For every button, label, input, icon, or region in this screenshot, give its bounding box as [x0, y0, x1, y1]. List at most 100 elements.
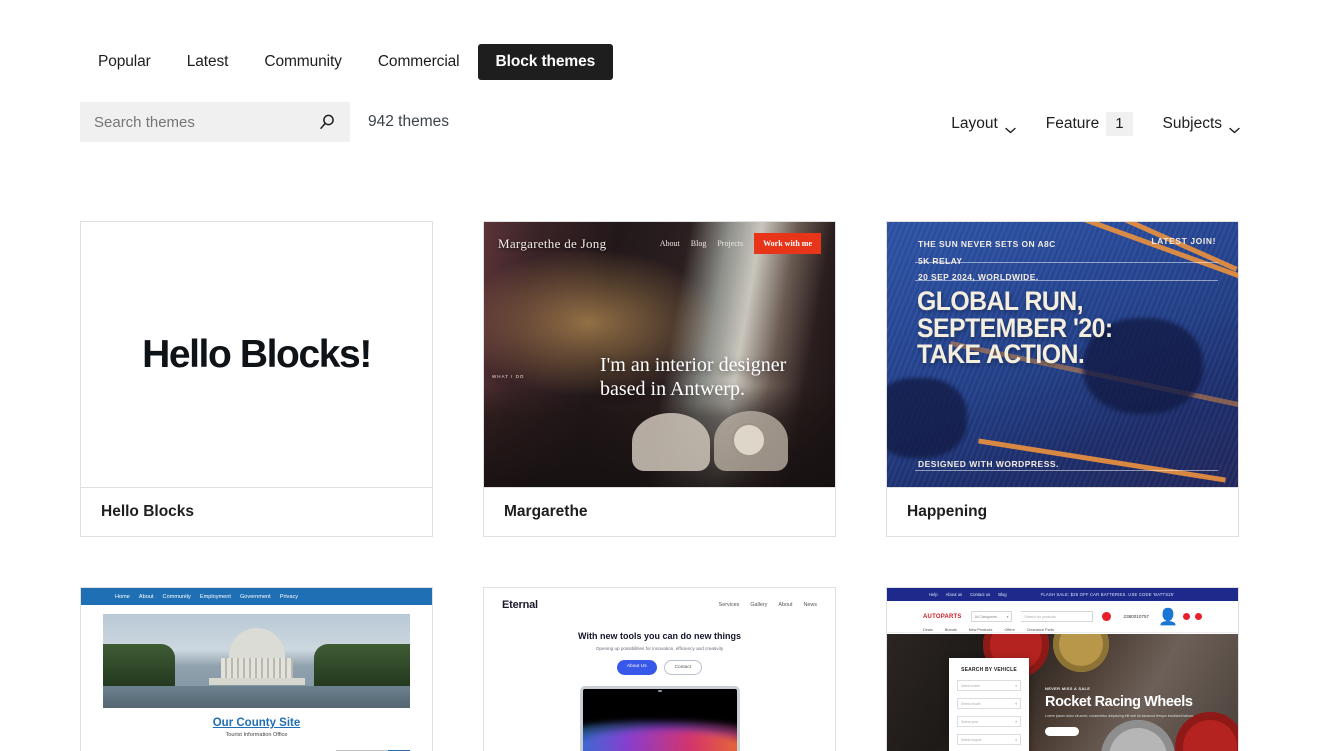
preview-nav-item: Employment: [199, 593, 231, 600]
preview-promo-text: FLASH SALE: $25 OFF CAR BATTERIES. USE C…: [1040, 592, 1175, 597]
preview-logo: AUTOPARTS: [923, 613, 962, 620]
preview-nav-item: Government: [239, 593, 271, 600]
theme-card[interactable]: Home About Community Employment Governme…: [80, 587, 433, 751]
preview-nav-item: About: [138, 593, 154, 600]
theme-card[interactable]: Hello Blocks! Hello Blocks: [80, 221, 433, 537]
chevron-down-icon: ▾: [1006, 614, 1009, 619]
preview-nav-item: Deals: [923, 628, 933, 632]
preview-headline: With new tools you can do new things: [578, 631, 741, 641]
preview-nav-item: Blog: [998, 592, 1007, 597]
filter-feature-label: Feature: [1045, 115, 1100, 132]
preview-panel-title: SEARCH BY VEHICLE: [961, 667, 1017, 673]
tab-popular[interactable]: Popular: [80, 44, 169, 80]
filter-layout-label: Layout: [951, 115, 998, 132]
theme-card[interactable]: Eternal Services Gallery About News With…: [483, 587, 836, 751]
preview-nav-item: Home: [115, 593, 130, 600]
preview-panel-select: Select engine ▾: [957, 734, 1021, 745]
chevron-down-icon: [1229, 121, 1240, 133]
preview-nav-item: Blog: [690, 239, 707, 248]
theme-card[interactable]: Help About us Contact us Blog FLASH SALE…: [886, 587, 1239, 751]
preview-kicker: NEVER MISS A SALE: [1045, 686, 1091, 691]
preview-nav-item: News: [803, 602, 817, 608]
preview-description: Lorem ipsum dolor sit amet, consectetur …: [1045, 714, 1195, 718]
theme-card[interactable]: THE SUN NEVER SETS ON A8C 5K RELAY 20 SE…: [886, 221, 1239, 537]
filter-layout[interactable]: Layout: [951, 115, 1016, 133]
filter-feature[interactable]: Feature 1: [1046, 112, 1133, 136]
preview-nav-item: About us: [945, 592, 963, 597]
preview-headline: Rocket Racing Wheels: [1045, 694, 1193, 710]
filter-subjects-label: Subjects: [1162, 115, 1222, 132]
preview-sofa-shade: [484, 387, 835, 487]
user-icon: 👤: [1158, 608, 1178, 626]
preview-nav-item: Offers: [1004, 628, 1015, 632]
theme-preview-eternal[interactable]: Eternal Services Gallery About News With…: [484, 588, 835, 751]
preview-category-select: All Categories ▾: [970, 611, 1013, 622]
preview-secondary-button: Contact: [663, 660, 703, 675]
preview-main-menu: Deals Brands New Products Offers Clearan…: [923, 628, 1054, 632]
preview-water: [103, 686, 410, 708]
preview-trees: [314, 644, 410, 686]
theme-name: Happening: [887, 487, 1238, 536]
tab-commercial[interactable]: Commercial: [360, 44, 478, 80]
preview-top-right-links: LATEST JOIN!: [1151, 236, 1216, 246]
preview-memorial-dome: [228, 628, 285, 662]
preview-vertical-label: WHAT I DO: [492, 374, 525, 379]
preview-hero-text: NEVER MISS A SALE Rocket Racing Wheels L…: [1045, 686, 1230, 736]
theme-directory-page: Popular Latest Community Commercial Bloc…: [0, 0, 1317, 751]
preview-headline: I'm an interior designer based in Antwer…: [600, 354, 787, 400]
preview-nav-item: Gallery: [750, 602, 768, 608]
preview-panel-select-label: Select model: [961, 701, 981, 706]
preview-nav-item: Brands: [944, 628, 957, 632]
preview-nav: About Blog Projects Work with me: [660, 233, 821, 254]
theme-preview-county-site[interactable]: Home About Community Employment Governme…: [81, 588, 432, 751]
tab-block-themes[interactable]: Block themes: [477, 44, 614, 80]
preview-nav-item: Contact us: [970, 592, 991, 597]
preview-laptop-mockup: [579, 686, 740, 751]
preview-trees: [103, 644, 175, 686]
theme-name: Hello Blocks: [81, 487, 432, 536]
theme-preview-hello-blocks[interactable]: Hello Blocks!: [81, 222, 432, 487]
preview-cushion: [632, 413, 710, 471]
preview-nav: Services Gallery About News: [719, 602, 817, 608]
theme-preview-autoparts[interactable]: Help About us Contact us Blog FLASH SALE…: [887, 588, 1238, 751]
preview-vehicle-search-panel: SEARCH BY VEHICLE Select make ▾ Select m…: [949, 658, 1029, 751]
search-themes-box[interactable]: [80, 102, 350, 142]
theme-grid: Hello Blocks! Hello Blocks Margarethe de…: [80, 221, 1241, 751]
chevron-down-icon: [1005, 121, 1016, 133]
preview-wave: [582, 731, 737, 751]
preview-meta-line: THE SUN NEVER SETS ON A8C: [918, 239, 1056, 249]
preview-memorial-base: [208, 678, 305, 685]
chevron-down-icon: ▾: [1015, 719, 1017, 724]
preview-cta-button: Work with me: [754, 233, 821, 254]
filter-subjects[interactable]: Subjects: [1163, 115, 1240, 133]
preview-nav-item: About: [778, 602, 793, 608]
tab-community[interactable]: Community: [246, 44, 359, 80]
preview-nav-item: Privacy: [279, 593, 299, 600]
filter-feature-count: 1: [1106, 112, 1133, 136]
preview-subtext: Opening up possibilities for innovation,…: [595, 646, 724, 651]
preview-footer: DESIGNED WITH WORDPRESS.: [918, 459, 1059, 469]
search-icon[interactable]: [318, 113, 336, 131]
theme-name: Margarethe: [484, 487, 835, 536]
preview-nav-item: New Products: [968, 628, 993, 632]
chevron-down-icon: ▾: [1015, 683, 1017, 688]
tab-latest[interactable]: Latest: [169, 44, 247, 80]
preview-panel-select: Select year ▾: [957, 716, 1021, 727]
preview-panel-select-label: Select engine: [961, 737, 982, 742]
search-input[interactable]: [94, 113, 318, 131]
preview-meta: THE SUN NEVER SETS ON A8C 5K RELAY 20 SE…: [918, 236, 1056, 286]
preview-category-label: All Categories: [974, 614, 997, 619]
theme-count: 942 themes: [368, 113, 449, 130]
preview-panel-select: Select make ▾: [957, 680, 1021, 691]
chevron-down-icon: ▾: [1015, 737, 1017, 742]
preview-cushion-medallion: [732, 423, 766, 457]
preview-primary-button: About Us: [616, 660, 657, 675]
filter-controls: Layout Feature 1 Subjects: [951, 112, 1240, 136]
theme-preview-happening[interactable]: THE SUN NEVER SETS ON A8C 5K RELAY 20 SE…: [887, 222, 1238, 487]
preview-buttons: About Us Contact: [484, 660, 835, 675]
preview-panel-select-label: Select year: [961, 719, 978, 724]
preview-headline: GLOBAL RUN, SEPTEMBER '20: TAKE ACTION.: [917, 286, 1113, 370]
theme-card[interactable]: Margarethe de Jong About Blog Projects W…: [483, 221, 836, 537]
theme-filter-tabs: Popular Latest Community Commercial Bloc…: [80, 44, 614, 80]
theme-preview-margarethe[interactable]: Margarethe de Jong About Blog Projects W…: [484, 222, 835, 487]
